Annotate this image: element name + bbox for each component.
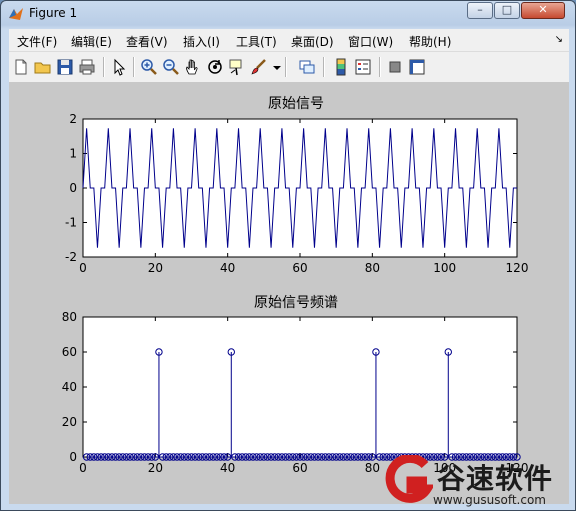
- gususoft-logo-icon: [385, 455, 433, 503]
- hide-plot-tools-icon[interactable]: [385, 57, 405, 77]
- menu-window[interactable]: 窗口(W): [348, 33, 393, 50]
- matlab-icon: [9, 8, 23, 20]
- toolbar-separator: [133, 57, 135, 77]
- y-tick-label: 0: [69, 181, 77, 195]
- menu-edit[interactable]: 编辑(E): [71, 33, 112, 50]
- toolbar-separator: [285, 57, 287, 77]
- x-tick-label: 20: [148, 261, 163, 275]
- watermark-brand: 谷速软件: [437, 462, 554, 495]
- y-tick-label: -1: [65, 216, 77, 230]
- dock-arrow-icon[interactable]: ↘: [555, 34, 563, 45]
- show-plot-tools-icon[interactable]: [407, 57, 427, 77]
- x-tick-label: 40: [220, 461, 235, 475]
- minimize-button[interactable]: –: [467, 2, 493, 19]
- zoom-in-icon[interactable]: [139, 57, 159, 77]
- print-icon[interactable]: [77, 57, 97, 77]
- toolbar-separator: [379, 57, 381, 77]
- x-tick-label: 60: [292, 261, 307, 275]
- menu-insert[interactable]: 插入(I): [183, 33, 220, 50]
- insert-legend-icon[interactable]: [353, 57, 373, 77]
- x-tick-label: 60: [292, 461, 307, 475]
- y-tick-label: 60: [62, 345, 77, 359]
- menu-desktop[interactable]: 桌面(D): [291, 33, 334, 50]
- figure-window: Figure 1 – □ ✕ 文件(F) 编辑(E) 查看(V) 插入(I) 工…: [0, 0, 576, 511]
- zoom-out-icon[interactable]: [161, 57, 181, 77]
- link-plot-icon[interactable]: [297, 57, 317, 77]
- x-tick-label: 0: [79, 261, 87, 275]
- figure-toolbar: [9, 52, 569, 83]
- y-tick-label: 0: [69, 450, 77, 464]
- x-tick-label: 80: [365, 461, 380, 475]
- data-cursor-icon[interactable]: [227, 57, 247, 77]
- menu-bar: 文件(F) 编辑(E) 查看(V) 插入(I) 工具(T) 桌面(D) 窗口(W…: [9, 29, 569, 52]
- x-tick-label: 120: [506, 261, 529, 275]
- window-title: Figure 1: [29, 6, 78, 20]
- watermark: 谷速软件 www.gususoft.com: [381, 453, 571, 509]
- y-tick-label: 80: [62, 310, 77, 324]
- x-tick-label: 80: [365, 261, 380, 275]
- menu-view[interactable]: 查看(V): [126, 33, 168, 50]
- plots-svg[interactable]: 0 20 40 60 80 100 120-2-10120 20 40 60 80 100 120020…: [9, 83, 569, 504]
- edit-plot-arrow-icon[interactable]: [109, 57, 129, 77]
- x-tick-label: 0: [79, 461, 87, 475]
- rotate-3d-icon[interactable]: [205, 57, 225, 77]
- brush-icon[interactable]: [249, 57, 269, 77]
- x-tick-label: 100: [433, 261, 456, 275]
- title-bar[interactable]: Figure 1 – □ ✕: [1, 1, 575, 27]
- toolbar-separator: [323, 57, 325, 77]
- x-tick-label: 20: [148, 461, 163, 475]
- watermark-url: www.gususoft.com: [433, 493, 546, 507]
- x-tick-label: 40: [220, 261, 235, 275]
- y-tick-label: -2: [65, 250, 77, 264]
- menu-file[interactable]: 文件(F): [17, 33, 57, 50]
- axes-1: [82, 316, 518, 458]
- maximize-button[interactable]: □: [494, 2, 520, 19]
- new-figure-icon[interactable]: [11, 57, 31, 77]
- y-tick-label: 1: [69, 147, 77, 161]
- figure-canvas: 原始信号 原始信号频谱 0 20 40 60 80 100 120 -2 -1 0 1 2 0 20 40 6…: [9, 83, 569, 504]
- toolbar-separator: [103, 57, 105, 77]
- y-tick-label: 40: [62, 380, 77, 394]
- y-tick-label: 2: [69, 112, 77, 126]
- open-file-icon[interactable]: [33, 57, 53, 77]
- close-button[interactable]: ✕: [521, 2, 565, 19]
- y-tick-label: 20: [62, 415, 77, 429]
- pan-hand-icon[interactable]: [183, 57, 203, 77]
- menu-tools[interactable]: 工具(T): [236, 33, 277, 50]
- dropdown-arrow-icon[interactable]: [267, 57, 281, 77]
- insert-colorbar-icon[interactable]: [331, 57, 351, 77]
- menu-help[interactable]: 帮助(H): [409, 33, 451, 50]
- save-icon[interactable]: [55, 57, 75, 77]
